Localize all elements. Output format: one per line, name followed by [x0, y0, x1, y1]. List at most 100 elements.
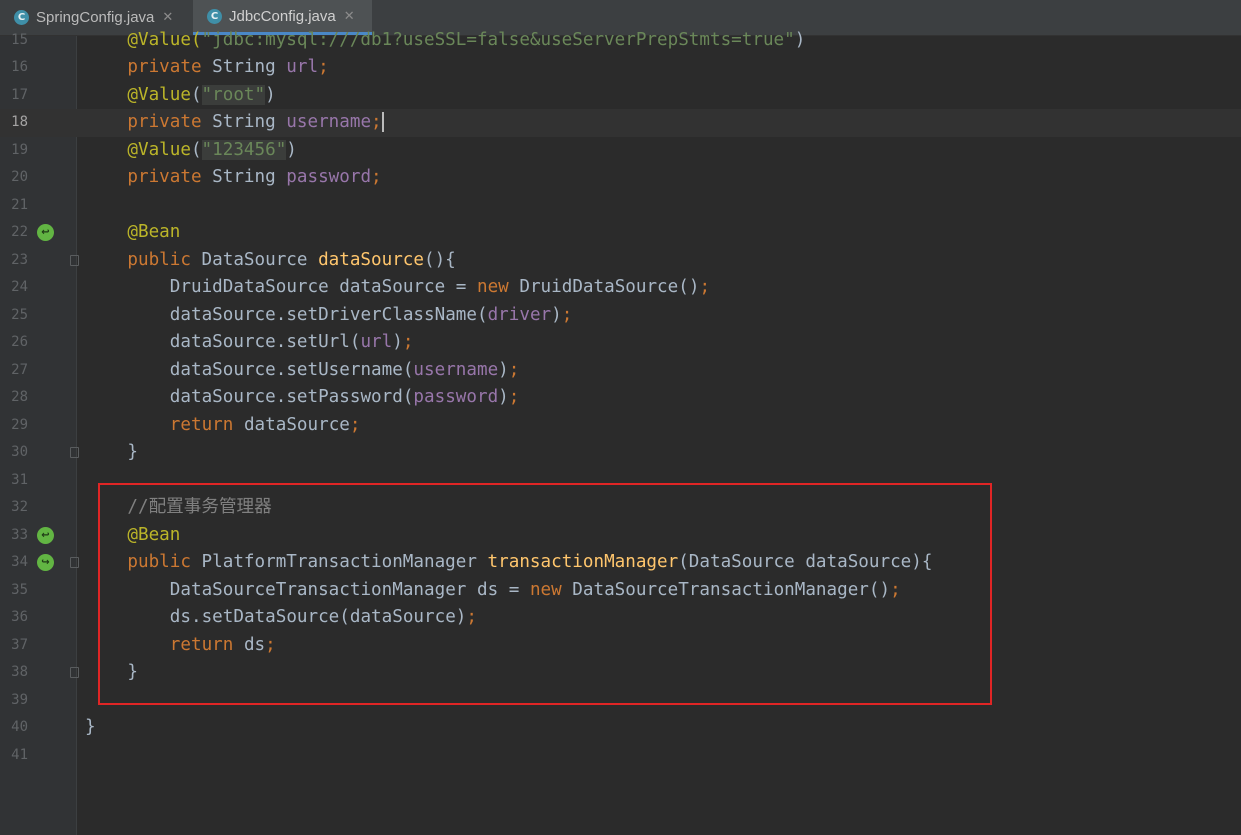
code-token: driver [487, 304, 552, 325]
code-line[interactable]: dataSource.setDriverClassName(driver); [170, 302, 573, 330]
code-token: private [127, 167, 202, 187]
code-token: new [476, 277, 509, 297]
code-line[interactable]: dataSource.setPassword(password); [170, 384, 520, 412]
code-token: dataSource.setDriverClassName( [169, 304, 488, 325]
line-number[interactable]: 16 [0, 54, 28, 82]
code-token: ; [371, 167, 382, 187]
code-token: (){ [424, 249, 456, 270]
bean-navigate-icon[interactable]: ↪ [37, 554, 54, 571]
line-number[interactable]: 20 [0, 164, 28, 192]
code-token: dataSource.setUrl( [169, 332, 361, 352]
code-token: @Value [127, 84, 191, 105]
code-token: dataSource.setUsername( [169, 359, 414, 380]
fold-icon[interactable] [70, 254, 79, 266]
code-token: ) [265, 84, 276, 105]
code-token: ; [371, 112, 382, 132]
code-token: ) [286, 139, 297, 160]
code-line[interactable]: @Value("root") [127, 82, 276, 110]
text-caret [381, 112, 384, 132]
fold-icon[interactable] [70, 557, 79, 568]
code-line[interactable]: dataSource.setUrl(url); [170, 329, 414, 357]
code-line[interactable]: DruidDataSource dataSource = new DruidDa… [170, 274, 710, 302]
line-number[interactable]: 15 [0, 27, 28, 55]
code-line[interactable]: @Bean [127, 219, 180, 247]
code-token: url [286, 57, 319, 77]
bean-run-icon[interactable]: ↩ [37, 526, 54, 544]
line-number[interactable]: 21 [0, 192, 28, 220]
line-number[interactable]: 19 [0, 137, 28, 165]
line-number[interactable]: 38 [0, 659, 28, 687]
code-token: ( [190, 84, 202, 105]
code-token: String [201, 167, 287, 187]
line-number[interactable]: 39 [0, 687, 28, 715]
code-line[interactable]: @Value("123456") [127, 137, 297, 165]
code-line[interactable]: dataSource.setUsername(username); [170, 357, 520, 385]
code-token: "jdbc:mysql:///db1?useSSL=false&useServe… [201, 29, 795, 50]
code-token: DruidDataSource dataSource = [169, 277, 477, 297]
transaction-manager-highlight-box [98, 483, 992, 705]
line-number[interactable]: 30 [0, 439, 28, 467]
line-number[interactable]: 28 [0, 384, 28, 412]
code-line[interactable]: } [127, 439, 138, 467]
code-token: public [127, 249, 191, 270]
line-number[interactable]: 41 [0, 742, 28, 770]
code-token: @Value [127, 139, 191, 160]
close-icon[interactable]: ✕ [344, 9, 355, 24]
code-line[interactable]: public DataSource dataSource(){ [127, 247, 455, 275]
code-token: ; [508, 359, 520, 380]
code-token: username [286, 112, 372, 132]
line-number[interactable]: 37 [0, 632, 28, 660]
code-token: } [127, 442, 138, 462]
code-token: ) [392, 332, 403, 352]
line-number[interactable]: 31 [0, 467, 28, 495]
code-line[interactable]: private String password; [127, 164, 381, 192]
line-number[interactable]: 22 [0, 219, 28, 247]
line-number[interactable]: 27 [0, 357, 28, 385]
code-token: private [127, 57, 202, 77]
bean-run-icon[interactable]: ↩ [37, 224, 54, 241]
line-number[interactable]: 36 [0, 604, 28, 632]
code-token: String [201, 57, 287, 77]
fold-icon[interactable] [70, 667, 79, 678]
code-line[interactable]: private String url; [127, 54, 328, 82]
code-token: password [413, 387, 499, 407]
java-class-icon: C [14, 10, 29, 25]
close-icon[interactable]: ✕ [162, 10, 173, 25]
code-token: DruidDataSource() [508, 277, 700, 297]
line-number[interactable]: 35 [0, 577, 28, 605]
line-number[interactable]: 26 [0, 329, 28, 357]
code-token: "123456" [201, 139, 287, 160]
code-token: ) [498, 359, 509, 380]
code-line[interactable]: private String username; [127, 109, 384, 137]
line-number[interactable]: 23 [0, 247, 28, 275]
line-number[interactable]: 18 [0, 109, 28, 137]
code-line[interactable]: @Value("jdbc:mysql:///db1?useSSL=false&u… [127, 27, 805, 55]
tab-label: SpringConfig.java [36, 9, 155, 26]
code-token: DataSource [190, 249, 319, 270]
line-number[interactable]: 24 [0, 274, 28, 302]
code-token: ( [190, 139, 202, 160]
line-number[interactable]: 33 [0, 522, 28, 550]
code-line[interactable]: return dataSource; [170, 412, 361, 440]
line-number[interactable]: 29 [0, 412, 28, 440]
code-token: "root" [201, 84, 266, 105]
code-token: ) [794, 29, 806, 50]
code-token: dataSource [318, 249, 424, 270]
code-token: String [201, 112, 287, 132]
code-token: @Value( [127, 29, 202, 50]
code-token: username [413, 359, 499, 380]
fold-icon[interactable] [70, 447, 79, 458]
code-token: ; [508, 387, 520, 407]
line-number[interactable]: 32 [0, 494, 28, 522]
tab-label: JdbcConfig.java [229, 7, 336, 25]
line-number[interactable]: 40 [0, 714, 28, 742]
code-line[interactable]: } [85, 714, 96, 742]
line-number[interactable]: 34 [0, 549, 28, 577]
line-number[interactable]: 17 [0, 82, 28, 110]
code-token: ) [498, 387, 509, 407]
code-token: url [360, 332, 393, 352]
code-token: ; [561, 304, 573, 325]
line-number[interactable]: 25 [0, 302, 28, 330]
code-token: ; [402, 332, 414, 352]
code-token: ; [349, 414, 361, 435]
